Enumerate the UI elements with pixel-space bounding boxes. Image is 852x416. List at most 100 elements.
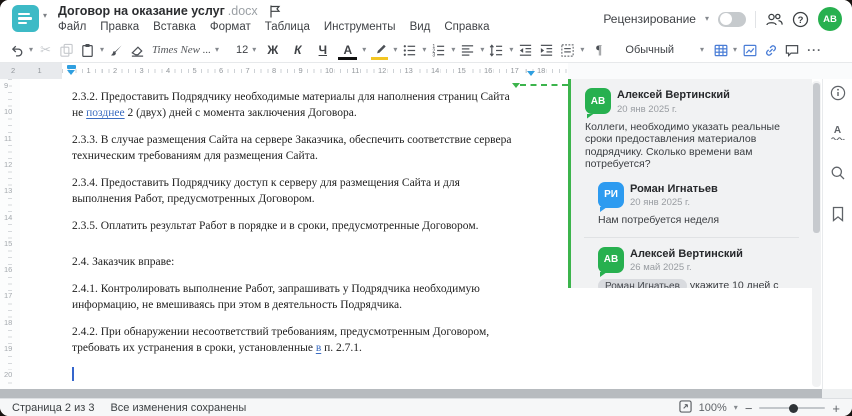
menu-item-2[interactable]: Вставка bbox=[153, 21, 196, 33]
comment-avatar: АВ bbox=[585, 88, 611, 114]
header-controls: Рецензирование ▾ ? АВ bbox=[603, 7, 842, 31]
vertical-scrollbar-thumb[interactable] bbox=[813, 83, 820, 233]
horizontal-scrollbar[interactable] bbox=[0, 389, 852, 398]
menu-item-0[interactable]: Файл bbox=[58, 21, 86, 33]
zoom-slider-knob[interactable] bbox=[789, 403, 799, 413]
svg-text:3: 3 bbox=[433, 52, 436, 57]
vertical-ruler-number: 14 bbox=[3, 212, 14, 223]
flag-icon[interactable] bbox=[269, 5, 281, 18]
mention-pill[interactable]: Роман Игнатьев bbox=[598, 279, 687, 288]
ruler-number: 7 bbox=[244, 66, 251, 75]
bullet-list-caret-icon[interactable]: ▾ bbox=[422, 46, 426, 54]
app-logo[interactable] bbox=[12, 5, 39, 32]
decrease-indent-button[interactable] bbox=[517, 41, 534, 60]
ruler-number: 16 bbox=[483, 66, 494, 75]
insert-table-caret-icon[interactable]: ▾ bbox=[733, 46, 737, 54]
insert-link-button[interactable] bbox=[762, 41, 779, 60]
paragraph-3[interactable]: 2.3.5. Оплатить результат Работ в порядк… bbox=[72, 218, 522, 234]
review-mode-label[interactable]: Рецензирование bbox=[603, 12, 696, 26]
comment-reply[interactable]: АВ Алексей Вертинский 26 май 2025 г. Роман … bbox=[571, 238, 812, 288]
menu-item-6[interactable]: Вид bbox=[410, 21, 431, 33]
help-icon[interactable]: ? bbox=[792, 11, 809, 28]
app-window: ▾ Договор на оказание услуг .docx Файл Пр… bbox=[0, 0, 852, 416]
first-line-indent-marker[interactable] bbox=[67, 65, 76, 69]
cut-button[interactable]: ✂ bbox=[37, 41, 54, 60]
zoom-in-button[interactable]: + bbox=[832, 402, 840, 415]
paragraph-4[interactable]: 2.4. Заказчик вправе: bbox=[72, 254, 522, 270]
menu-item-5[interactable]: Инструменты bbox=[324, 21, 396, 33]
undo-button[interactable] bbox=[8, 41, 25, 60]
right-indent-marker[interactable] bbox=[527, 71, 535, 76]
insert-table-button[interactable] bbox=[712, 41, 729, 60]
vertical-scrollbar[interactable] bbox=[812, 81, 821, 387]
numbered-list-caret-icon[interactable]: ▾ bbox=[451, 46, 455, 54]
horizontal-ruler: 21 1 2 3 4 5 6 7 8 9 10 11 12 13 14 15 16 17 18 bbox=[0, 63, 852, 79]
paragraph-settings-caret-icon[interactable]: ▾ bbox=[580, 46, 584, 54]
paste-button[interactable] bbox=[79, 41, 96, 60]
paragraph-2[interactable]: 2.3.4. Предоставить Подрядчику доступ к … bbox=[72, 175, 522, 207]
review-toggle[interactable] bbox=[718, 11, 746, 27]
paragraph-0[interactable]: 2.3.2. Предоставить Подрядчику необходим… bbox=[72, 89, 522, 121]
zoom-caret-icon[interactable]: ▾ bbox=[734, 404, 738, 412]
underline-button[interactable]: Ч bbox=[312, 41, 333, 60]
paragraph-6[interactable]: 2.4.2. При обнаружении несоответствий тр… bbox=[72, 324, 522, 356]
ruler-number: 9 bbox=[297, 66, 304, 75]
numbered-list-button[interactable]: 123 bbox=[430, 41, 447, 60]
undo-caret-icon[interactable]: ▾ bbox=[29, 46, 33, 54]
highlight-button[interactable] bbox=[370, 41, 389, 60]
font-size-select[interactable]: 12 ▾ bbox=[234, 44, 258, 56]
paragraph-1[interactable]: 2.3.3. В случае размещения Сайта на серв… bbox=[72, 132, 522, 164]
show-paragraph-marks-button[interactable]: ¶ bbox=[588, 41, 609, 60]
left-indent-marker[interactable] bbox=[67, 70, 75, 75]
comment-button[interactable] bbox=[783, 41, 800, 60]
paragraph-settings-button[interactable] bbox=[559, 41, 576, 60]
font-size-value: 12 bbox=[236, 44, 249, 56]
font-color-caret-icon[interactable]: ▾ bbox=[362, 46, 366, 54]
fit-width-icon[interactable] bbox=[678, 400, 692, 416]
menu-item-7[interactable]: Справка bbox=[444, 21, 489, 33]
zoom-out-button[interactable]: − bbox=[745, 402, 753, 415]
vertical-ruler-number: 19 bbox=[3, 344, 14, 354]
info-icon[interactable] bbox=[830, 85, 846, 101]
spellcheck-icon[interactable]: А bbox=[830, 126, 845, 140]
more-tools-button[interactable]: ··· bbox=[804, 41, 825, 60]
bold-button[interactable]: Ж bbox=[262, 41, 283, 60]
vertical-ruler-number: 13 bbox=[3, 186, 14, 197]
vertical-ruler-number: 10 bbox=[3, 107, 14, 118]
horizontal-scrollbar-thumb[interactable] bbox=[0, 389, 822, 398]
menu-item-4[interactable]: Таблица bbox=[265, 21, 310, 33]
collaborators-icon[interactable] bbox=[765, 12, 783, 27]
eraser-icon[interactable] bbox=[129, 41, 146, 60]
comment-root[interactable]: АВ Алексей Вертинский 20 янв 2025 г. Коллег… bbox=[571, 79, 812, 171]
paragraph-5[interactable]: 2.4.1. Контролировать выполнение Работ, … bbox=[72, 281, 522, 313]
highlight-caret-icon[interactable]: ▾ bbox=[393, 46, 397, 54]
search-icon[interactable] bbox=[830, 165, 846, 181]
app-menu-caret-icon[interactable]: ▾ bbox=[43, 11, 47, 20]
ruler-number: 18 bbox=[536, 66, 547, 75]
comment-reply[interactable]: РИ Роман Игнатьев 20 янв 2025 г. Нам потреб… bbox=[571, 173, 812, 227]
increase-indent-button[interactable] bbox=[538, 41, 555, 60]
zoom-value[interactable]: 100% bbox=[699, 402, 727, 414]
menu-item-1[interactable]: Правка bbox=[100, 21, 139, 33]
user-avatar[interactable]: АВ bbox=[818, 7, 842, 31]
line-spacing-button[interactable] bbox=[488, 41, 505, 60]
document-text[interactable]: 2.3.2. Предоставить Подрядчику необходим… bbox=[72, 89, 522, 381]
insert-image-button[interactable] bbox=[741, 41, 758, 60]
format-painter-icon[interactable] bbox=[108, 41, 125, 60]
bookmark-icon[interactable] bbox=[831, 206, 845, 222]
copy-button[interactable] bbox=[58, 41, 75, 60]
ruler-number: 13 bbox=[403, 66, 414, 75]
align-caret-icon[interactable]: ▾ bbox=[480, 46, 484, 54]
style-select[interactable]: Обычный ▾ bbox=[621, 44, 708, 56]
italic-button[interactable]: К bbox=[287, 41, 308, 60]
zoom-slider[interactable] bbox=[759, 403, 826, 413]
paste-caret-icon[interactable]: ▾ bbox=[100, 46, 104, 54]
comment-thread-card[interactable]: АВ Алексей Вертинский 20 янв 2025 г. Коллег… bbox=[568, 79, 812, 288]
align-button[interactable] bbox=[459, 41, 476, 60]
font-name-select[interactable]: Times New ... ▾ bbox=[150, 44, 230, 56]
menu-item-3[interactable]: Формат bbox=[210, 21, 251, 33]
line-spacing-caret-icon[interactable]: ▾ bbox=[509, 46, 513, 54]
bullet-list-button[interactable] bbox=[401, 41, 418, 60]
font-color-button[interactable]: А bbox=[337, 41, 358, 60]
review-caret-icon[interactable]: ▾ bbox=[705, 15, 709, 23]
